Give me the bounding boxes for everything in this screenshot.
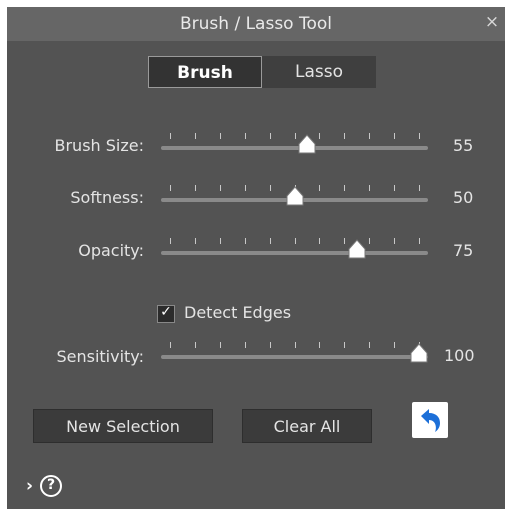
- slider-tick: [244, 238, 246, 244]
- brush-size-slider[interactable]: [161, 133, 428, 163]
- slider-tick: [394, 133, 396, 139]
- title-bar: Brush / Lasso Tool ×: [7, 7, 505, 41]
- brush-size-label: Brush Size:: [54, 136, 145, 155]
- opacity-slider[interactable]: [161, 238, 428, 268]
- slider-tick: [344, 342, 346, 348]
- slider-tick: [394, 185, 396, 191]
- slider-tick: [194, 133, 196, 139]
- slider-tick: [269, 342, 271, 348]
- slider-tick: [344, 238, 346, 244]
- slider-tick: [319, 133, 321, 139]
- help-circle-icon[interactable]: ?: [40, 475, 62, 497]
- slider-tick: [369, 133, 371, 139]
- undo-arrow-icon: [421, 409, 440, 432]
- sensitivity-label: Sensitivity:: [56, 347, 144, 366]
- slider-tick: [219, 133, 221, 139]
- slider-tick: [219, 342, 221, 348]
- slider-tick: [269, 133, 271, 139]
- slider-tick: [294, 133, 296, 139]
- slider-tick: [369, 185, 371, 191]
- slider-tick: [219, 238, 221, 244]
- slider-tick: [319, 185, 321, 191]
- slider-tick: [269, 185, 271, 191]
- slider-tick: [194, 185, 196, 191]
- thumb-shape: [298, 134, 316, 154]
- brush-size-value: 55: [453, 136, 474, 155]
- slider-tick: [170, 133, 171, 139]
- thumb-shape: [410, 343, 428, 363]
- slider-tick: [344, 133, 346, 139]
- slider-tick: [394, 238, 396, 244]
- slider-tick: [294, 238, 296, 244]
- expand-chevron-icon[interactable]: ›: [26, 476, 33, 496]
- slider-tick: [244, 342, 246, 348]
- detect-edges-checkbox[interactable]: ✓: [157, 304, 175, 323]
- opacity-label: Opacity:: [78, 241, 144, 260]
- slider-tick: [269, 238, 271, 244]
- slider-tick: [194, 342, 196, 348]
- slider-tick: [319, 342, 321, 348]
- slider-tick: [170, 185, 171, 191]
- slider-tick: [244, 185, 246, 191]
- slider-tick: [219, 185, 221, 191]
- dialog-title: Brush / Lasso Tool: [179, 14, 333, 34]
- slider-tick: [319, 238, 321, 244]
- brush-lasso-dialog: Brush / Lasso Tool × Brush Lasso Brush S…: [7, 7, 505, 509]
- slider-tick: [369, 238, 371, 244]
- thumb-shape: [348, 239, 366, 259]
- slider-track: [161, 146, 428, 150]
- slider-track: [161, 251, 428, 255]
- tab-brush[interactable]: Brush: [148, 56, 262, 88]
- new-selection-button[interactable]: New Selection: [33, 409, 213, 443]
- slider-tick: [170, 342, 171, 348]
- slider-track: [161, 355, 428, 359]
- slider-tick: [294, 342, 296, 348]
- softness-value: 50: [453, 188, 474, 207]
- thumb-shape: [286, 186, 303, 206]
- undo-button[interactable]: [412, 402, 448, 438]
- slider-tick: [369, 342, 371, 348]
- slider-tick: [394, 342, 396, 348]
- slider-tick: [419, 185, 420, 191]
- slider-tick: [344, 185, 346, 191]
- detect-edges-label[interactable]: Detect Edges: [184, 303, 291, 322]
- checkmark-icon: ✓: [160, 304, 172, 320]
- slider-tick: [170, 238, 171, 244]
- slider-tick: [419, 133, 420, 139]
- softness-label: Softness:: [70, 188, 144, 207]
- slider-tick: [194, 238, 196, 244]
- softness-slider[interactable]: [161, 185, 428, 215]
- close-icon[interactable]: ×: [481, 9, 503, 35]
- slider-tick: [244, 133, 246, 139]
- sensitivity-value: 100: [444, 346, 475, 365]
- opacity-value: 75: [453, 241, 474, 260]
- tab-lasso[interactable]: Lasso: [262, 56, 376, 88]
- clear-all-button[interactable]: Clear All: [242, 409, 372, 443]
- slider-tick: [419, 238, 420, 244]
- sensitivity-slider[interactable]: [161, 342, 428, 372]
